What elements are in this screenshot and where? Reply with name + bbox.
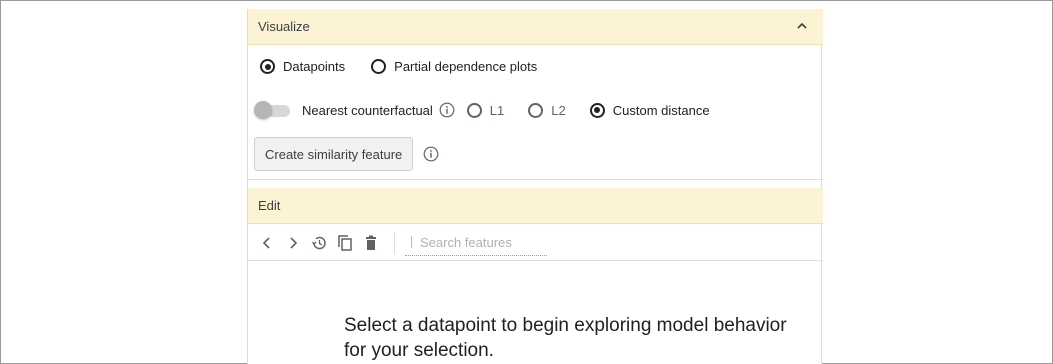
chevron-right-icon[interactable] <box>284 234 302 252</box>
datapoints-radio-label[interactable]: Datapoints <box>283 59 345 74</box>
visualize-section-header[interactable]: Visualize <box>248 9 823 45</box>
info-icon[interactable] <box>423 146 439 162</box>
l1-radio-label[interactable]: L1 <box>490 103 504 118</box>
l2-radio[interactable] <box>528 102 544 118</box>
toggle-knob <box>254 101 272 119</box>
l1-radio[interactable] <box>466 102 482 118</box>
empty-state-message: Select a datapoint to begin exploring mo… <box>344 315 787 361</box>
custom-distance-radio[interactable] <box>589 102 605 118</box>
app-frame: Visualize Datapoints Partial dependence … <box>0 0 1053 364</box>
chevron-up-icon[interactable] <box>795 19 809 33</box>
section-divider <box>248 179 823 180</box>
edit-header-label: Edit <box>258 198 281 213</box>
copy-icon[interactable] <box>336 234 354 252</box>
custom-distance-radio-label[interactable]: Custom distance <box>613 103 710 118</box>
nearest-counterfactual-toggle[interactable] <box>254 101 292 119</box>
visualize-mode-group: Datapoints Partial dependence plots <box>260 59 537 74</box>
history-icon[interactable] <box>310 234 328 252</box>
chevron-left-icon[interactable] <box>258 234 276 252</box>
datapoints-radio[interactable] <box>260 59 275 74</box>
nearest-counterfactual-label: Nearest counterfactual <box>302 102 433 118</box>
delete-icon[interactable] <box>362 234 380 252</box>
nearest-counterfactual-row: Nearest counterfactual L1 L2 Custom dist… <box>254 101 710 119</box>
similarity-row: Create similarity feature <box>254 137 439 171</box>
edit-section-header[interactable]: Edit <box>248 188 823 224</box>
partial-dependence-radio-label[interactable]: Partial dependence plots <box>394 59 537 74</box>
l2-radio-label[interactable]: L2 <box>551 103 565 118</box>
search-features-box[interactable] <box>405 230 547 256</box>
toolbar-separator <box>394 231 395 254</box>
visualize-header-label: Visualize <box>258 19 310 34</box>
search-features-input[interactable] <box>420 234 540 250</box>
info-icon[interactable] <box>439 102 455 118</box>
side-panel: Visualize Datapoints Partial dependence … <box>247 9 823 364</box>
search-cursor <box>411 236 412 248</box>
partial-dependence-radio[interactable] <box>371 59 387 74</box>
create-similarity-feature-button[interactable]: Create similarity feature <box>254 137 414 171</box>
edit-toolbar <box>248 225 823 261</box>
